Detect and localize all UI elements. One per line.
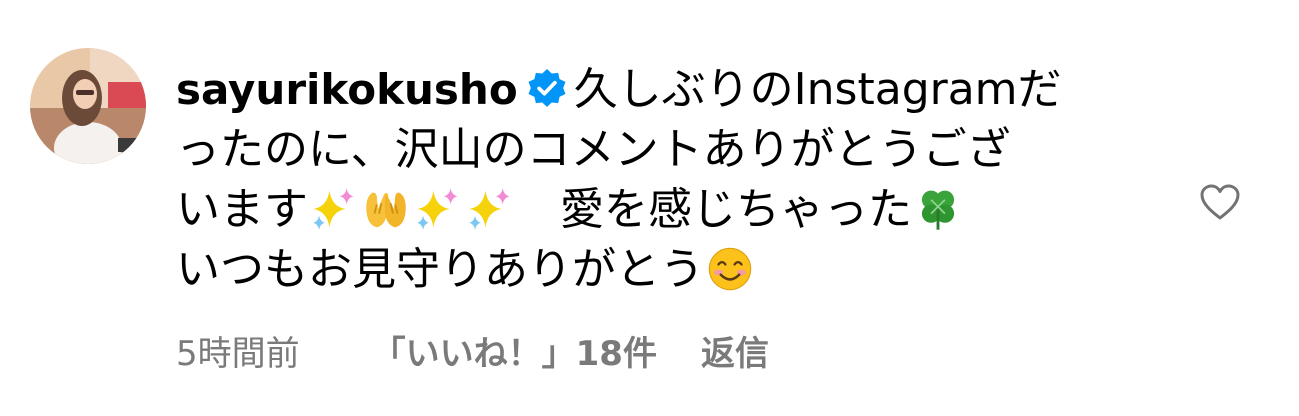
comment-text-line1: 久しぶりのInstagramだ <box>573 64 1062 115</box>
sparkles-icon <box>415 186 461 232</box>
like-button[interactable] <box>1198 182 1242 222</box>
comment-text-line2: ったのに、沢山のコメントありがとうござ <box>176 124 1011 175</box>
avatar[interactable] <box>30 48 146 164</box>
smiling-face-icon <box>707 246 753 292</box>
comment: sayurikokusho 久しぶりのInstagramだ ったのに、沢山のコメ… <box>0 0 1299 416</box>
comment-body: sayurikokusho 久しぶりのInstagramだ ったのに、沢山のコメ… <box>176 60 1166 300</box>
likes-count-link[interactable]: 「いいね！」18件 <box>372 334 657 374</box>
verified-badge-icon <box>526 68 568 110</box>
palms-up-together-icon <box>363 186 409 232</box>
reply-button[interactable]: 返信 <box>701 334 769 374</box>
avatar-photo <box>30 48 146 164</box>
comment-meta: 5時間前 「いいね！」18件 返信 <box>176 332 769 376</box>
sparkles-icon <box>467 186 513 232</box>
comment-text-line3a: います <box>176 184 308 235</box>
comment-text-line3b: 愛を感じちゃった <box>516 184 912 235</box>
timestamp: 5時間前 <box>176 334 300 374</box>
comment-text-line4: いつもお見守りありがとう <box>176 244 704 295</box>
heart-outline-icon <box>1200 184 1240 220</box>
four-leaf-clover-icon <box>915 186 961 232</box>
username-link[interactable]: sayurikokusho <box>176 65 518 114</box>
sparkles-icon <box>311 186 357 232</box>
